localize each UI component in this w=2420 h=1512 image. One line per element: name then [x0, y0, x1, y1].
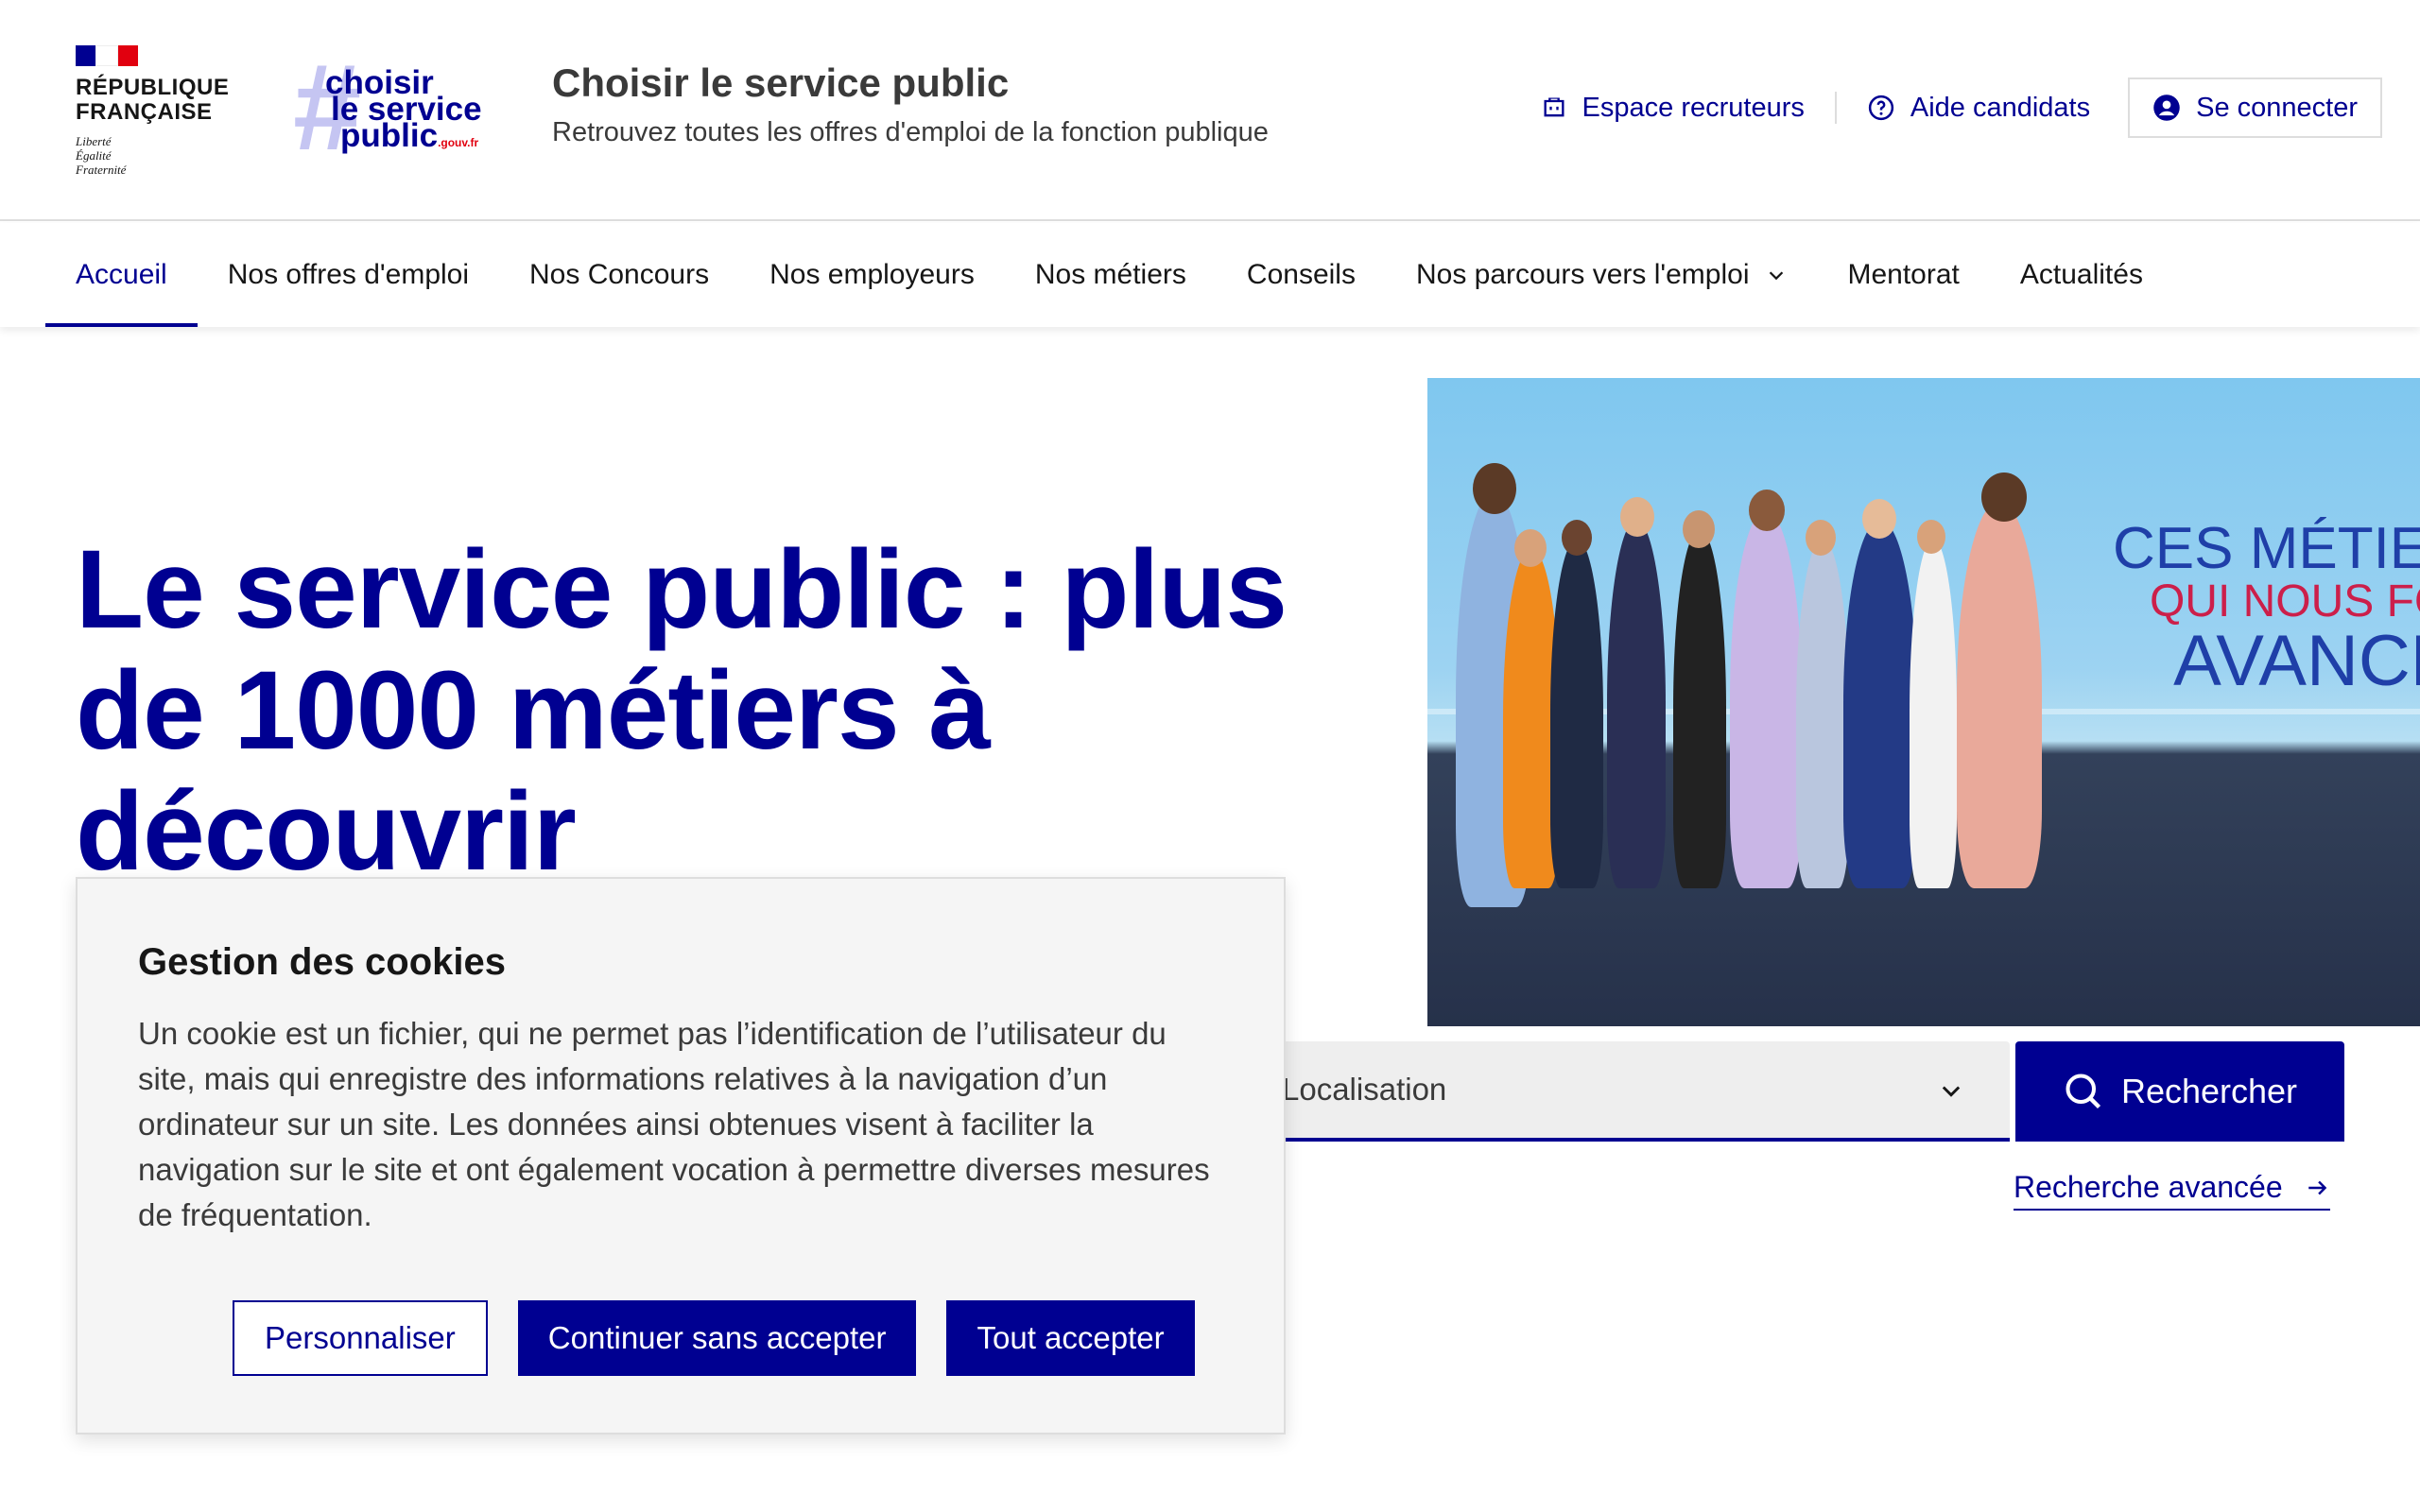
login-button[interactable]: Se connecter	[2128, 77, 2382, 138]
republique-francaise-logo[interactable]: RÉPUBLIQUE FRANÇAISE Liberté Égalité Fra…	[76, 45, 230, 177]
header-tools: Espace recruteurs Aide candidats Se conn…	[1511, 77, 2382, 138]
cookie-consent-modal: Gestion des cookies Un cookie est un fic…	[76, 877, 1286, 1435]
site-title[interactable]: Choisir le service public	[552, 60, 1009, 106]
recruiters-link[interactable]: Espace recruteurs	[1511, 89, 1835, 127]
question-circle-icon	[1868, 94, 1893, 121]
chevron-down-icon	[1770, 271, 1784, 281]
continue-without-accepting-button[interactable]: Continuer sans accepter	[517, 1300, 917, 1376]
briefcase-icon	[1544, 97, 1564, 117]
arrow-right-icon	[2308, 1180, 2326, 1194]
french-flag-icon	[76, 45, 138, 66]
location-select-label: Localisation	[1282, 1072, 1447, 1107]
nav-item-employeurs[interactable]: Nos employeurs	[739, 223, 1005, 327]
help-link[interactable]: Aide candidats	[1837, 89, 2120, 127]
nav-item-conseils[interactable]: Conseils	[1217, 223, 1386, 327]
customize-button[interactable]: Personnaliser	[233, 1300, 488, 1376]
advanced-search-label: Recherche avancée	[2014, 1170, 2283, 1204]
nav-item-accueil[interactable]: Accueil	[45, 223, 198, 327]
hero-image-caption: CES MÉTIERS QUI NOUS FONT AVANCER	[2113, 516, 2420, 701]
nav-item-mentorat[interactable]: Mentorat	[1817, 223, 1989, 327]
search-button[interactable]: Rechercher	[2015, 1041, 2344, 1142]
search-button-label: Rechercher	[2120, 1072, 2298, 1110]
hero-image: CES MÉTIERS QUI NOUS FONT AVANCER	[1427, 378, 2420, 1026]
site-tagline: Retrouvez toutes les offres d'emploi de …	[552, 117, 1269, 147]
nav-item-concours[interactable]: Nos Concours	[499, 223, 739, 327]
rf-motto: Liberté Égalité Fraternité	[76, 134, 127, 177]
chevron-down-icon	[1942, 1086, 1961, 1097]
search-icon	[2066, 1074, 2101, 1109]
user-circle-icon	[2153, 94, 2180, 121]
recruiters-label: Espace recruteurs	[1582, 92, 1805, 123]
login-label: Se connecter	[2196, 92, 2358, 123]
nav-item-actualites[interactable]: Actualités	[1990, 223, 2173, 327]
nav-item-offres[interactable]: Nos offres d'emploi	[198, 223, 499, 327]
nav-item-metiers[interactable]: Nos métiers	[1005, 223, 1217, 327]
choisir-service-public-logo[interactable]: # choisir le service public.gouv.fr	[293, 45, 482, 168]
main-navigation: Accueil Nos offres d'emploi Nos Concours…	[0, 223, 2420, 327]
help-label: Aide candidats	[1910, 92, 2091, 123]
cookie-title: Gestion des cookies	[138, 941, 507, 983]
nav-item-parcours[interactable]: Nos parcours vers l'emploi	[1386, 223, 1818, 327]
location-select[interactable]: Localisation	[1257, 1041, 2010, 1142]
site-header: RÉPUBLIQUE FRANÇAISE Liberté Égalité Fra…	[0, 0, 2420, 221]
hero-title: Le service public : plus de 1000 métiers…	[76, 527, 1288, 894]
advanced-search-link[interactable]: Recherche avancée	[2014, 1170, 2330, 1211]
rf-name: RÉPUBLIQUE FRANÇAISE	[76, 75, 230, 125]
accept-all-button[interactable]: Tout accepter	[946, 1300, 1195, 1376]
cookie-description: Un cookie est un fichier, qui ne permet …	[138, 1016, 1210, 1232]
cookie-buttons: Personnaliser Continuer sans accepter To…	[233, 1300, 1225, 1376]
